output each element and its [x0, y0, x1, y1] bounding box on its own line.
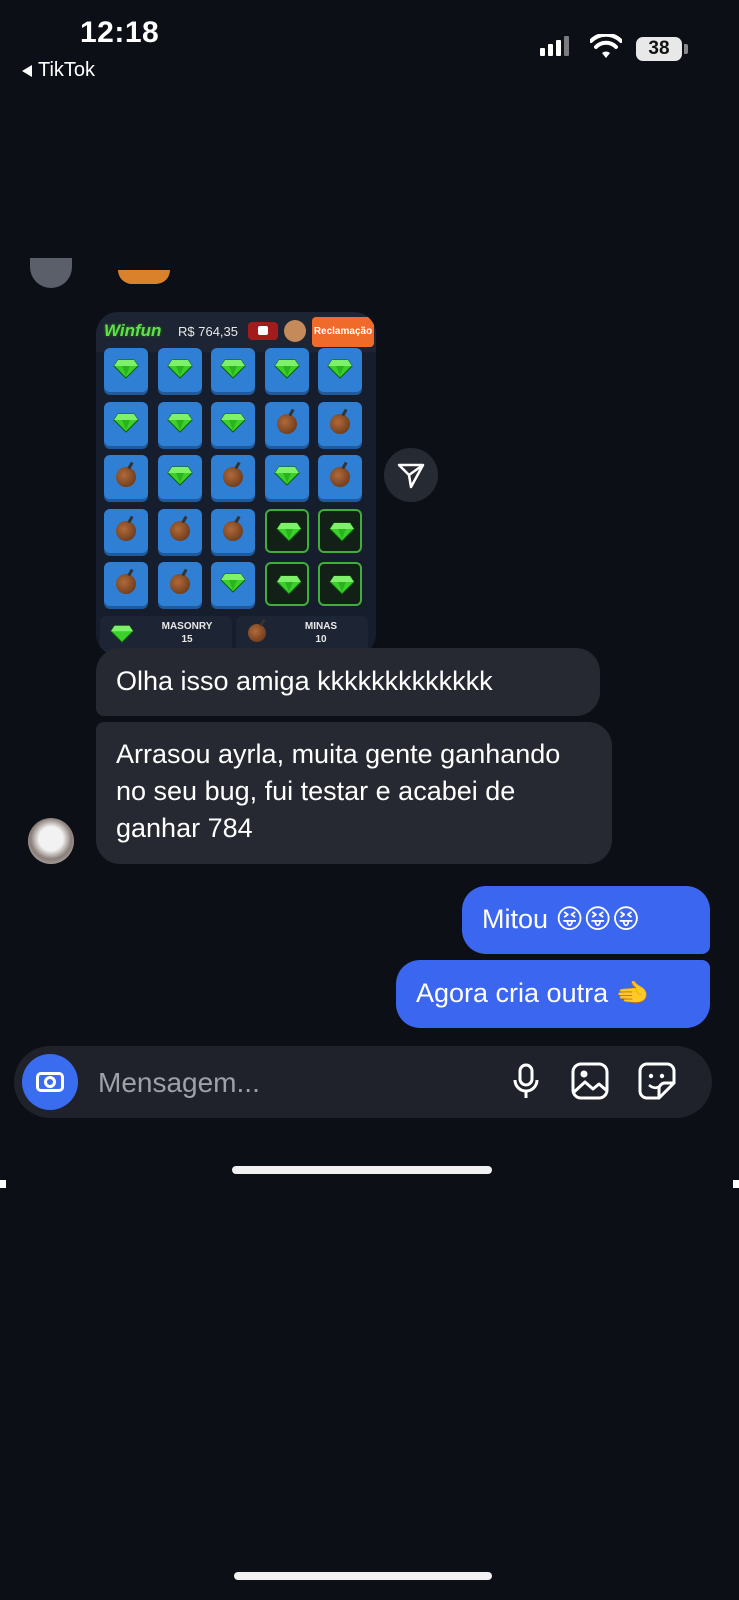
- mines-tile: [104, 455, 148, 499]
- mines-tile: [211, 401, 255, 446]
- back-app-label: TikTok: [38, 59, 96, 81]
- mines-tile: [157, 508, 202, 553]
- mines-tile: [211, 455, 255, 499]
- mines-tile: [318, 508, 362, 553]
- bomb-icon: [248, 624, 266, 642]
- bomb-icon: [116, 467, 136, 487]
- status-time: 12:18: [80, 16, 160, 49]
- incoming-message[interactable]: Arrasou ayrla, muita gente ganhando no s…: [96, 722, 612, 864]
- mines-tile: [104, 401, 148, 446]
- mines-tile: [157, 348, 202, 392]
- gallery-icon[interactable]: [570, 1061, 610, 1101]
- back-to-app-link[interactable]: TikTok: [22, 59, 95, 82]
- complaint-button: Reclamação: [312, 317, 374, 347]
- mines-tile: [211, 508, 255, 553]
- mines-tile: [264, 508, 309, 553]
- home-indicator[interactable]: [232, 1166, 492, 1174]
- mines-tile: [104, 508, 148, 553]
- mines-tile: [264, 401, 309, 446]
- home-indicator[interactable]: [234, 1572, 492, 1580]
- gems-counter: MASONRY 15: [100, 616, 232, 652]
- bomb-icon: [169, 574, 190, 594]
- frame-corner: [733, 1180, 739, 1188]
- outgoing-message[interactable]: Agora cria outra 🫲: [396, 960, 710, 1028]
- mines-tile: [104, 348, 148, 392]
- mines-tile: [264, 455, 309, 499]
- mines-tile: [318, 401, 362, 446]
- signal-icon: [540, 36, 569, 56]
- gems-count: 15: [181, 634, 193, 645]
- mines-count: 10: [315, 634, 327, 645]
- mines-tile: [318, 455, 362, 499]
- mines-tile: [157, 401, 202, 446]
- bomb-icon: [116, 574, 136, 594]
- shared-screenshot[interactable]: Winfun R$ 764,35 Reclamação MASONRY 15 M…: [96, 312, 376, 656]
- back-arrow-icon: [22, 64, 32, 77]
- avatar-peek: [30, 258, 72, 288]
- gems-label: MASONRY: [161, 621, 213, 632]
- mines-tile: [318, 562, 362, 606]
- game-avatar: [284, 320, 306, 342]
- outgoing-message[interactable]: Mitou 😝😝😝: [462, 886, 710, 954]
- image-peek: [118, 270, 170, 284]
- frame-corner: [0, 1180, 6, 1188]
- gem-icon: [110, 625, 134, 643]
- bomb-icon: [330, 467, 350, 487]
- mines-tile: [264, 348, 309, 392]
- mines-tile: [211, 562, 255, 606]
- game-balance: R$ 764,35: [178, 324, 238, 339]
- camera-button[interactable]: [22, 1054, 78, 1110]
- mines-tile: [318, 348, 362, 392]
- wallet-icon: [248, 322, 278, 340]
- wifi-icon: [590, 34, 622, 58]
- bomb-icon: [169, 520, 190, 541]
- sender-avatar[interactable]: [28, 818, 74, 864]
- battery-icon: 38: [636, 37, 682, 61]
- mines-tile: [157, 562, 202, 606]
- mines-counter: MINAS 10: [236, 616, 368, 652]
- battery-tip: [684, 44, 688, 54]
- mines-label: MINAS: [304, 621, 338, 632]
- bomb-icon: [116, 520, 136, 541]
- message-input[interactable]: [96, 1062, 490, 1104]
- bomb-icon: [223, 467, 243, 487]
- mines-tile: [157, 455, 202, 499]
- sticker-icon[interactable]: [637, 1061, 677, 1101]
- microphone-icon[interactable]: [506, 1061, 546, 1101]
- paper-plane-icon: [397, 463, 425, 489]
- bomb-icon: [276, 413, 297, 434]
- bomb-icon: [223, 520, 243, 541]
- mines-tile: [264, 562, 309, 606]
- incoming-message[interactable]: Olha isso amiga kkkkkkkkkkkkk: [96, 648, 600, 716]
- mines-tile: [211, 348, 255, 392]
- game-header: Winfun R$ 764,35 Reclamação: [96, 312, 376, 352]
- bomb-icon: [330, 413, 350, 434]
- camera-lens: [44, 1076, 56, 1088]
- mines-tile: [104, 562, 148, 606]
- share-button[interactable]: [384, 448, 438, 502]
- winfun-logo: Winfun: [104, 321, 162, 340]
